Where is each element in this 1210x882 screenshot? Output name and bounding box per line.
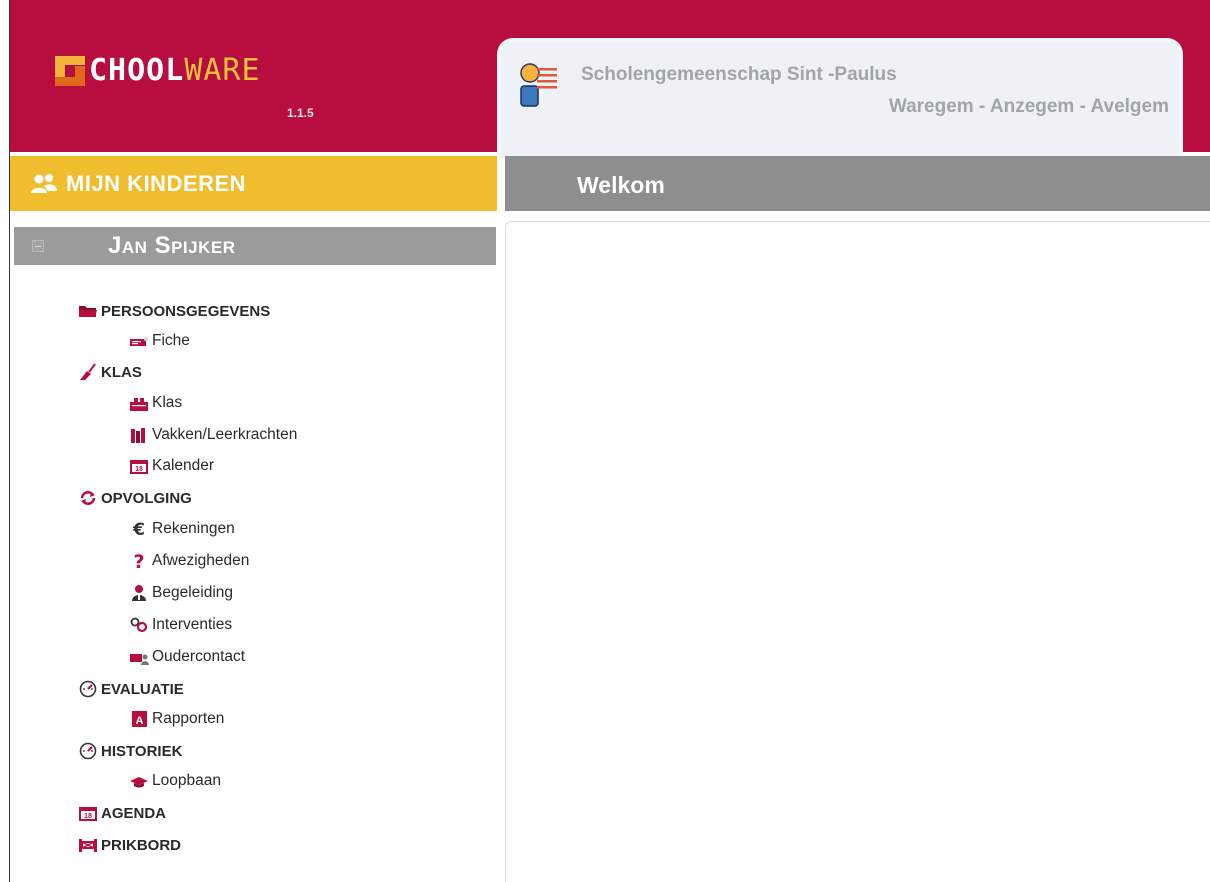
classroom-icon (130, 398, 148, 411)
svg-text:18: 18 (84, 813, 92, 820)
refresh-icon (80, 491, 96, 505)
child-name: Jan Spijker (108, 232, 236, 259)
child-header[interactable]: Jan Spijker (14, 227, 496, 265)
schoolware-logo[interactable]: CHOOLWARE (55, 54, 261, 88)
gauge-icon (79, 742, 97, 760)
menu-group-label: OPVOLGING (101, 489, 192, 507)
books-icon (131, 428, 145, 443)
menu-item-begeleiding[interactable]: Begeleiding (129, 584, 233, 602)
gauge-icon (79, 680, 97, 698)
folder-icon (79, 306, 97, 317)
menu-item-kalender[interactable]: 18 Kalender (129, 457, 214, 475)
question-icon: ? (133, 552, 144, 570)
menu-item-rapporten[interactable]: A Rapporten (129, 710, 224, 728)
euro-icon: € (132, 520, 145, 538)
gender-icon (130, 617, 148, 633)
board-icon (79, 839, 97, 852)
my-children-header[interactable]: MIJN KINDEREN (10, 156, 497, 211)
menu-item-label: Oudercontact (152, 648, 246, 665)
page-title: Welkom (577, 172, 665, 198)
menu-group-evaluatie[interactable]: EVALUATIE (78, 680, 184, 698)
collapse-icon[interactable] (32, 240, 44, 252)
menu-group-label: AGENDA (101, 804, 167, 822)
svg-text:18: 18 (135, 466, 143, 473)
menu-group-label: HISTORIEK (101, 742, 183, 760)
logo-mark-icon (55, 56, 85, 86)
menu-group-historiek[interactable]: HISTORIEK (78, 742, 182, 760)
menu-group-label: KLAS (101, 363, 142, 381)
school-locations: Waregem - Anzegem - Avelgem (888, 96, 1169, 117)
menu-item-rekeningen[interactable]: € Rekeningen (129, 520, 235, 538)
menu-item-oudercontact[interactable]: Oudercontact (129, 648, 245, 666)
calendar-icon: 18 (79, 807, 97, 821)
contact-icon (130, 654, 149, 665)
menu-item-klas[interactable]: Klas (129, 394, 182, 412)
broom-icon (80, 363, 96, 380)
menu-group-prikbord[interactable]: PRIKBORD (78, 836, 181, 854)
users-icon (31, 173, 57, 193)
person-icon (132, 585, 146, 601)
menu-item-label: Loopbaan (152, 772, 221, 789)
menu-group-label: PRIKBORD (101, 836, 182, 854)
calendar-icon: 18 (130, 460, 148, 474)
id-card-icon (130, 337, 148, 346)
svg-text:€: € (132, 520, 145, 538)
menu-group-persoonsgegevens[interactable]: PERSOONSGEGEVENS (78, 302, 270, 320)
svg-text:A: A (136, 715, 144, 727)
svg-text:?: ? (133, 552, 144, 570)
main-header: Welkom (505, 156, 1210, 211)
menu-item-afwezigheden[interactable]: ? Afwezigheden (129, 552, 249, 570)
school-logo-icon (520, 63, 557, 107)
menu-item-fiche[interactable]: Fiche (129, 332, 190, 350)
menu-group-opvolging[interactable]: OPVOLGING (78, 489, 192, 507)
graduation-cap-icon (130, 777, 148, 788)
menu-item-label: Begeleiding (152, 584, 234, 601)
menu-group-label: PERSOONSGEGEVENS (101, 302, 271, 320)
menu-item-label: Rapporten (152, 710, 225, 727)
main-content (505, 221, 1210, 882)
menu-item-label: Fiche (152, 332, 190, 349)
menu-item-label: Rekeningen (152, 520, 235, 537)
menu-item-loopbaan[interactable]: Loopbaan (129, 772, 221, 790)
report-icon: A (132, 711, 147, 727)
menu-item-interventies[interactable]: Interventies (129, 616, 232, 634)
menu-item-label: Klas (152, 394, 183, 411)
menu-item-label: Interventies (152, 616, 233, 633)
logo-wordmark: CHOOLWARE (89, 53, 261, 88)
menu-group-klas[interactable]: KLAS (78, 363, 142, 381)
my-children-label: MIJN KINDEREN (66, 170, 247, 196)
school-card: Scholengemeenschap Sint -Paulus Waregem … (497, 38, 1183, 158)
menu-item-vakken-leerkrachten[interactable]: Vakken/Leerkrachten (129, 426, 297, 444)
menu-item-label: Afwezigheden (152, 552, 250, 569)
menu-group-label: EVALUATIE (101, 680, 184, 698)
menu-group-agenda[interactable]: 18 AGENDA (78, 804, 166, 822)
menu-item-label: Kalender (152, 457, 215, 474)
school-name: Scholengemeenschap Sint -Paulus (581, 64, 897, 85)
menu-item-label: Vakken/Leerkrachten (152, 426, 298, 443)
app-version: 1.1.5 (287, 106, 314, 120)
